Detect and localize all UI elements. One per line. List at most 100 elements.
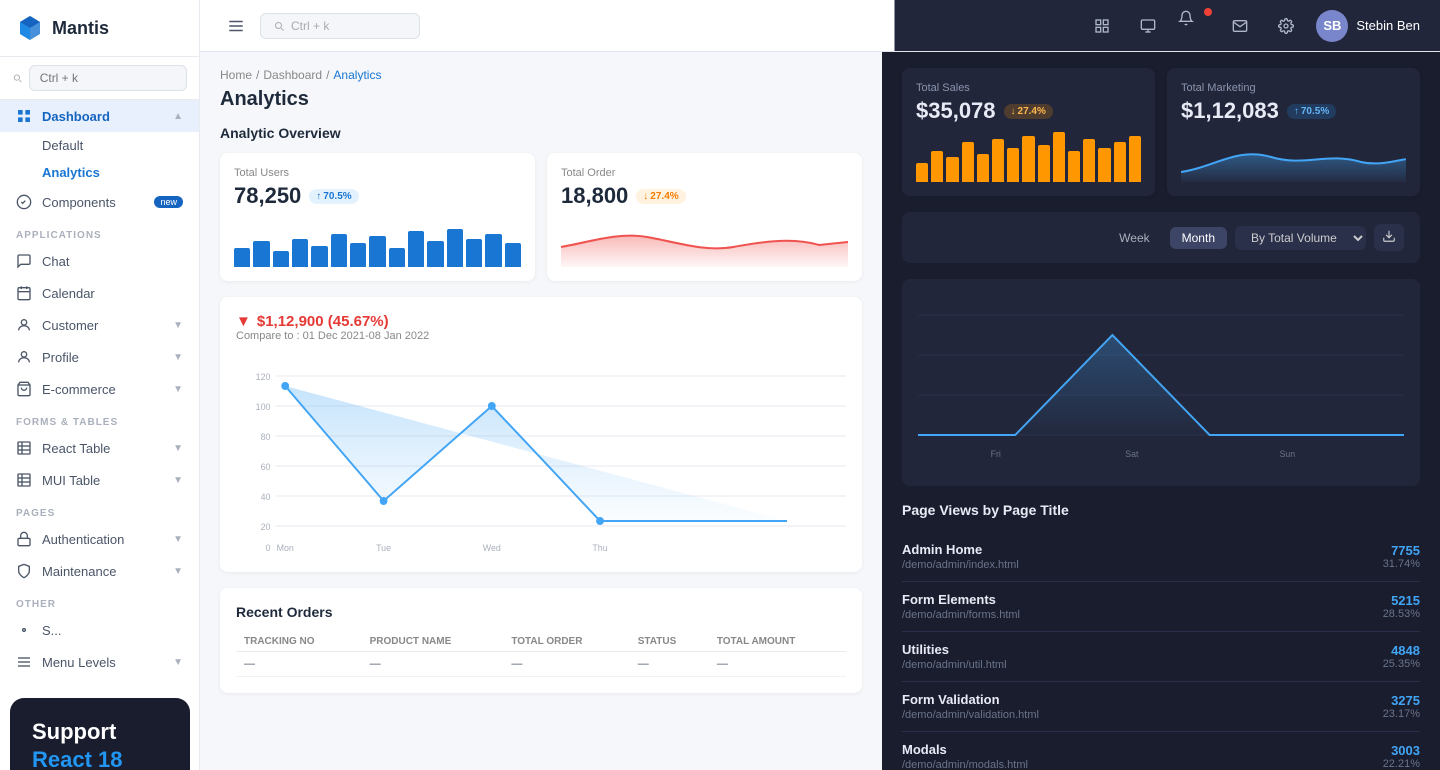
sidebar-item-dashboard[interactable]: Dashboard ▲ bbox=[0, 100, 199, 132]
table-row: — — — — — bbox=[236, 652, 846, 677]
order-chart bbox=[561, 217, 848, 267]
volume-select[interactable]: By Total Volume bbox=[1235, 226, 1366, 250]
sidebar-item-react-table[interactable]: React Table ▼ bbox=[0, 432, 199, 464]
svg-text:Fri: Fri bbox=[991, 449, 1001, 459]
stat-badge-order: ↓ 27.4% bbox=[636, 189, 685, 204]
stat-cards-left: Total Users 78,250 ↑ 70.5% bbox=[220, 153, 862, 281]
page-view-stats-2: 5215 28.53% bbox=[1383, 593, 1420, 620]
menu-levels-label: Menu Levels bbox=[42, 655, 116, 670]
customer-chevron: ▼ bbox=[173, 320, 183, 331]
monitor-icon[interactable] bbox=[1132, 10, 1164, 42]
page-view-count-5: 3003 bbox=[1383, 743, 1420, 758]
stat-badge-users: ↑ 70.5% bbox=[309, 189, 358, 204]
mail-icon[interactable] bbox=[1224, 10, 1256, 42]
col-total-order: TOTAL ORDER bbox=[503, 632, 629, 652]
nav-item-components[interactable]: Components new bbox=[0, 186, 199, 218]
user-avatar[interactable]: SB Stebin Ben bbox=[1316, 10, 1420, 42]
topbar-search-icon bbox=[273, 20, 285, 32]
components-badge: new bbox=[154, 196, 183, 208]
sidebar-item-default[interactable]: Default bbox=[0, 132, 199, 159]
calendar-label: Calendar bbox=[42, 286, 95, 301]
chat-label: Chat bbox=[42, 254, 69, 269]
sidebar-item-customer[interactable]: Customer ▼ bbox=[0, 309, 199, 341]
page-view-url-3: /demo/admin/util.html bbox=[902, 659, 1383, 671]
react-table-icon bbox=[16, 440, 32, 456]
stat-label-order: Total Order bbox=[561, 167, 848, 179]
authentication-icon bbox=[16, 531, 32, 547]
page-view-name-2: Form Elements bbox=[902, 592, 1383, 607]
sidebar-item-ecommerce[interactable]: E-commerce ▼ bbox=[0, 373, 199, 405]
svg-text:Thu: Thu bbox=[592, 543, 607, 553]
menu-levels-icon bbox=[16, 654, 32, 670]
main-area: Ctrl + k SB Stebin Ben bbox=[200, 0, 1440, 770]
page-view-item-4: Form Validation /demo/admin/validation.h… bbox=[902, 682, 1420, 732]
page-view-name-5: Modals bbox=[902, 742, 1383, 757]
avatar: SB bbox=[1316, 10, 1348, 42]
breadcrumb-home: Home bbox=[220, 68, 252, 82]
page-view-info-4: Form Validation /demo/admin/validation.h… bbox=[902, 692, 1383, 721]
applications-label: Applications bbox=[0, 218, 199, 245]
react-table-label: React Table bbox=[42, 441, 110, 456]
col-total-amount: TOTAL AMOUNT bbox=[709, 632, 846, 652]
chat-icon bbox=[16, 253, 32, 269]
topbar-left: Ctrl + k bbox=[220, 10, 1076, 42]
stat-value-users: 78,250 ↑ 70.5% bbox=[234, 183, 521, 209]
page-view-info-1: Admin Home /demo/admin/index.html bbox=[902, 542, 1383, 571]
page-view-pct-4: 23.17% bbox=[1383, 708, 1420, 720]
components-label: Components bbox=[42, 195, 116, 210]
breadcrumb-dashboard: Dashboard bbox=[263, 68, 322, 82]
settings-icon[interactable] bbox=[1270, 10, 1302, 42]
dashboard-label: Dashboard bbox=[42, 109, 110, 124]
svg-text:60: 60 bbox=[261, 462, 271, 472]
stat-card-sales: Total Sales $35,078 ↓ 27.4% bbox=[902, 68, 1155, 196]
week-button[interactable]: Week bbox=[1107, 227, 1161, 249]
profile-chevron: ▼ bbox=[173, 352, 183, 363]
maintenance-chevron: ▼ bbox=[173, 566, 183, 577]
sidebar-item-mui-table[interactable]: MUI Table ▼ bbox=[0, 464, 199, 496]
search-container bbox=[0, 57, 199, 100]
grid-icon[interactable] bbox=[1086, 10, 1118, 42]
maintenance-label: Maintenance bbox=[42, 564, 116, 579]
page-view-info-2: Form Elements /demo/admin/forms.html bbox=[902, 592, 1383, 621]
download-button[interactable] bbox=[1374, 224, 1404, 251]
bell-icon[interactable] bbox=[1178, 10, 1210, 42]
support-popup[interactable]: Support React 18 bbox=[10, 698, 190, 770]
maintenance-icon bbox=[16, 563, 32, 579]
stat-value-marketing: $1,12,083 ↑ 70.5% bbox=[1181, 98, 1406, 124]
stat-card-order: Total Order 18,800 ↓ 27.4% bbox=[547, 153, 862, 281]
sidebar-item-chat[interactable]: Chat bbox=[0, 245, 199, 277]
breadcrumb-sep1: / bbox=[256, 68, 259, 82]
svg-text:Wed: Wed bbox=[483, 543, 501, 553]
sidebar-item-authentication[interactable]: Authentication ▼ bbox=[0, 523, 199, 555]
marketing-chart bbox=[1181, 132, 1406, 182]
sidebar-item-menu-levels[interactable]: Menu Levels ▼ bbox=[0, 646, 199, 678]
income-chart: 120 100 80 60 40 20 0 bbox=[236, 356, 846, 556]
svg-text:20: 20 bbox=[261, 522, 271, 532]
forms-tables-label: Forms & Tables bbox=[0, 405, 199, 432]
react-table-chevron: ▼ bbox=[173, 443, 183, 454]
topbar-search[interactable]: Ctrl + k bbox=[260, 13, 420, 39]
menu-icon[interactable] bbox=[220, 10, 252, 42]
page-view-count-2: 5215 bbox=[1383, 593, 1420, 608]
sidebar-item-profile[interactable]: Profile ▼ bbox=[0, 341, 199, 373]
income-compare: Compare to : 01 Dec 2021-08 Jan 2022 bbox=[236, 330, 429, 342]
svg-text:100: 100 bbox=[256, 402, 271, 412]
sidebar-item-maintenance[interactable]: Maintenance ▼ bbox=[0, 555, 199, 587]
month-button[interactable]: Month bbox=[1170, 227, 1227, 249]
col-product: PRODUCT NAME bbox=[362, 632, 504, 652]
svg-text:40: 40 bbox=[261, 492, 271, 502]
page-view-info-3: Utilities /demo/admin/util.html bbox=[902, 642, 1383, 671]
sidebar-item-sample[interactable]: S... bbox=[0, 614, 199, 646]
page-view-pct-1: 31.74% bbox=[1383, 558, 1420, 570]
sidebar-item-calendar[interactable]: Calendar bbox=[0, 277, 199, 309]
customer-icon bbox=[16, 317, 32, 333]
svg-text:120: 120 bbox=[256, 372, 271, 382]
breadcrumb-sep2: / bbox=[326, 68, 329, 82]
page-view-url-4: /demo/admin/validation.html bbox=[902, 709, 1383, 721]
users-chart bbox=[234, 217, 521, 267]
page-view-count-4: 3275 bbox=[1383, 693, 1420, 708]
sidebar-item-analytics[interactable]: Analytics bbox=[0, 159, 199, 186]
stat-label-users: Total Users bbox=[234, 167, 521, 179]
search-input[interactable] bbox=[29, 65, 187, 91]
stat-value-sales: $35,078 ↓ 27.4% bbox=[916, 98, 1141, 124]
